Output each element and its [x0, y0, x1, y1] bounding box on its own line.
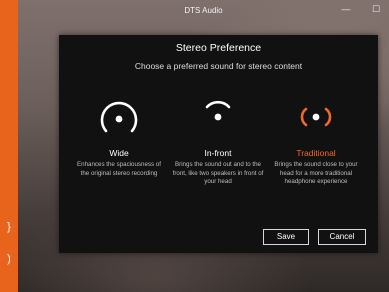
option-label: In-front: [204, 148, 232, 158]
traditional-soundstage-icon: [300, 107, 332, 127]
dialog-title: Stereo Preference: [175, 42, 262, 54]
in-front-soundstage-icon: [205, 100, 231, 121]
option-in-front[interactable]: In-front Brings the sound out and to the…: [172, 93, 264, 187]
window-title: DTS Audio: [184, 6, 223, 15]
cancel-button[interactable]: Cancel: [318, 229, 366, 245]
code-brace-icon[interactable]: }: [0, 221, 18, 233]
option-description: Enhances the spaciousness of the origina…: [77, 161, 161, 177]
option-wide[interactable]: Wide Enhances the spaciousness of the or…: [73, 93, 165, 178]
power-icon[interactable]: ): [0, 253, 18, 265]
dialog-subtitle: Choose a preferred sound for stereo cont…: [134, 61, 303, 71]
option-label: Traditional: [296, 148, 336, 158]
option-label: Wide: [109, 148, 129, 158]
stereo-preference-dialog: Stereo Preference Choose a preferred sou…: [59, 35, 378, 253]
option-traditional[interactable]: Traditional Brings the sound close to yo…: [270, 93, 362, 187]
title-bar: DTS Audio — ☐: [18, 0, 389, 20]
maximize-button[interactable]: ☐: [369, 3, 383, 15]
wide-soundstage-icon: [100, 101, 138, 133]
minimize-button[interactable]: —: [339, 3, 353, 15]
sidebar: } ): [0, 0, 18, 292]
option-description: Brings the sound out and to the front, l…: [172, 161, 264, 186]
option-description: Brings the sound close to your head for …: [274, 161, 358, 186]
save-button[interactable]: Save: [263, 229, 309, 245]
